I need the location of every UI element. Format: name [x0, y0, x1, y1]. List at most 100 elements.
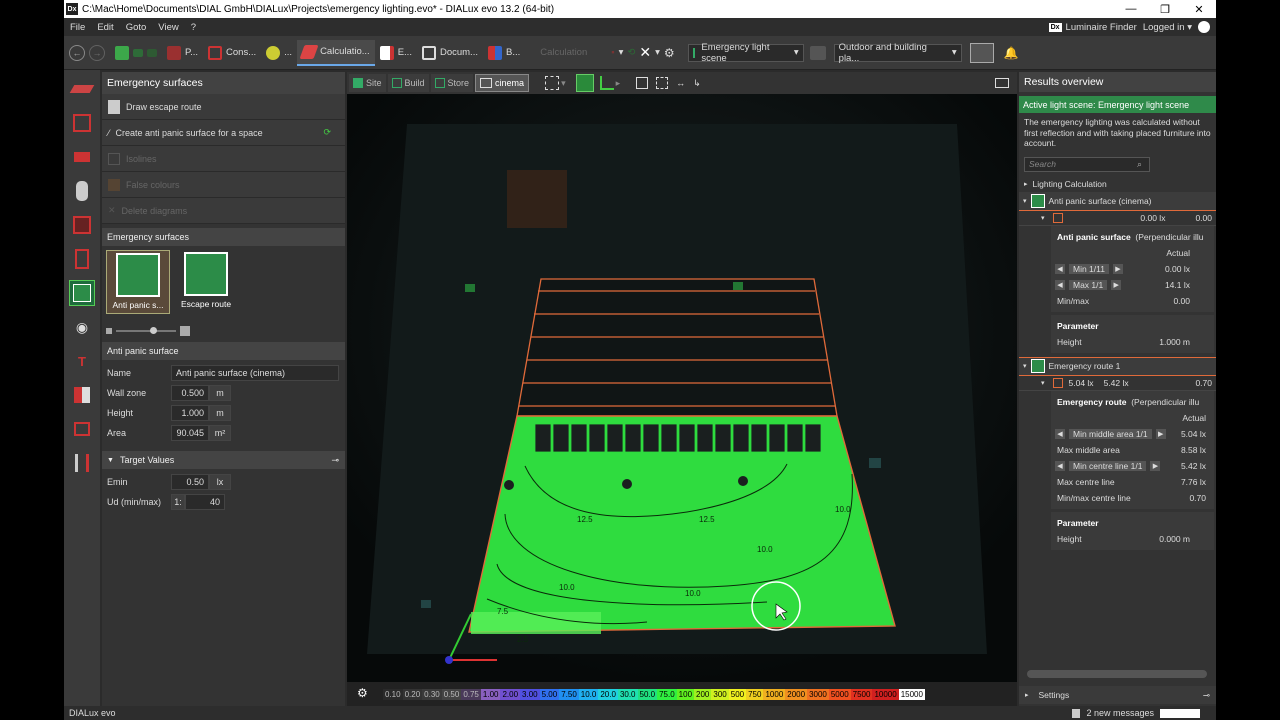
tab-documentation[interactable]: Docum... [417, 40, 483, 66]
scale-settings-icon[interactable]: ⚙ [357, 686, 368, 700]
material-icon[interactable] [969, 42, 994, 63]
close-icon[interactable]: ✕ [1182, 3, 1216, 16]
redo-icon[interactable] [147, 48, 157, 57]
text-tool-icon[interactable]: T [69, 348, 95, 374]
false-colours-button[interactable]: False colours [102, 172, 345, 198]
next-icon[interactable]: ▶ [1112, 263, 1123, 274]
cancel-calc-icon[interactable]: ✕ [639, 44, 651, 61]
tab-construction[interactable]: Cons... [203, 40, 261, 66]
notification-bell-icon[interactable]: 🔔 [1004, 46, 1019, 60]
delete-diagrams-button[interactable]: ✕ Delete diagrams [102, 198, 345, 224]
more-views-icon[interactable]: ▸ [616, 78, 621, 89]
furniture-tool-icon[interactable] [69, 144, 95, 170]
isolines-button[interactable]: Isolines [102, 146, 345, 172]
refresh-icon[interactable]: ⟳ [323, 127, 331, 138]
door-tool-icon[interactable] [69, 246, 95, 272]
menu-file[interactable]: File [64, 22, 91, 33]
zoom-extent-icon[interactable] [636, 77, 649, 89]
tab-export[interactable]: E... [375, 40, 417, 66]
menu-goto[interactable]: Goto [120, 22, 153, 33]
escape-route-strip[interactable] [471, 612, 601, 634]
prev-icon[interactable]: ◀ [1055, 279, 1065, 290]
pin-icon[interactable]: ⊸ [331, 455, 339, 466]
settings-section[interactable]: ▸ Settings ⊸ [1019, 686, 1216, 704]
forward-icon[interactable]: → [89, 44, 105, 61]
3d-view-icon[interactable] [575, 74, 594, 92]
draw-escape-route-button[interactable]: Draw escape route [102, 94, 345, 120]
prev-icon[interactable]: ◀ [1055, 428, 1065, 439]
calc-refresh-icon[interactable]: ⟲ [627, 47, 635, 58]
luminaire-finder-button[interactable]: Dx Luminaire Finder [1048, 22, 1137, 33]
next-icon[interactable]: ▶ [1111, 279, 1122, 290]
column-tool-icon[interactable] [69, 178, 95, 204]
max-row[interactable]: ◀ Max 1/1 ▶ 14.1 lx [1051, 277, 1214, 293]
split-tool-icon[interactable] [69, 382, 95, 408]
anti-panic-result[interactable]: ▾ Anti panic surface (cinema) [1019, 191, 1216, 210]
calc-dropdown-icon[interactable]: ▾ [619, 47, 624, 58]
save-icon[interactable] [115, 45, 129, 60]
user-icon[interactable] [1198, 21, 1210, 33]
escape-route-tile[interactable]: Escape route [174, 250, 238, 314]
results-scrollbar[interactable] [1027, 670, 1207, 678]
ground-tool-icon[interactable] [69, 76, 95, 102]
height-field[interactable]: 1.000 [171, 405, 209, 421]
view-tab-site[interactable]: Site [349, 74, 386, 92]
name-field[interactable]: Anti panic surface (cinema) [171, 365, 339, 381]
anti-panic-tile[interactable]: Anti panic s... [106, 250, 170, 314]
emin-field[interactable]: 0.50 [171, 474, 209, 490]
menu-help[interactable]: ? [185, 22, 202, 33]
emergency-tool-icon[interactable] [69, 280, 95, 306]
select-tool-icon[interactable] [545, 76, 560, 90]
calculation-button[interactable]: Calculation [540, 47, 587, 58]
next-icon[interactable]: ▶ [1155, 428, 1166, 439]
undo-icon[interactable] [133, 48, 143, 57]
tab-bim[interactable]: B... [483, 40, 525, 66]
room-tool-icon[interactable] [69, 110, 95, 136]
measure-icon[interactable]: ↔ [676, 78, 685, 88]
escape-route-result[interactable]: ▾ Emergency route 1 [1019, 356, 1216, 375]
next-icon[interactable]: ▶ [1150, 460, 1161, 471]
view-tab-cinema[interactable]: cinema [475, 74, 530, 92]
tile-size-slider[interactable] [116, 327, 176, 334]
min-middle-row[interactable]: ◀ Min middle area 1/1 ▶ 5.04 lx [1051, 426, 1214, 442]
min-centre-row[interactable]: ◀ Min centre line 1/1 ▶ 5.42 lx [1051, 458, 1214, 474]
slider-thumb[interactable] [150, 327, 157, 334]
wall-zone-field[interactable]: 0.500 [171, 385, 209, 401]
view-tab-building[interactable]: Build [387, 74, 429, 92]
settings-gear-icon[interactable]: ⚙ [664, 46, 675, 60]
zoom-window-icon[interactable] [656, 77, 669, 89]
outdoor-building-dropdown[interactable]: Outdoor and building pla... ▾ [833, 42, 962, 64]
wall-tool-icon[interactable] [69, 212, 95, 238]
pin-icon[interactable]: ⊸ [1203, 690, 1210, 701]
min-row[interactable]: ◀ Min 1/11 ▶ 0.00 lx [1051, 261, 1214, 277]
cancel-dropdown-icon[interactable]: ▾ [655, 47, 660, 58]
tab-calculation[interactable]: Calculatio... [297, 39, 375, 66]
tab-light[interactable]: ... [261, 40, 297, 66]
frame-tool-icon[interactable] [69, 416, 95, 442]
visibility-tool-icon[interactable]: ◉ [69, 314, 95, 340]
grid-tool-icon[interactable] [69, 450, 95, 476]
axis-icon[interactable]: ↳ [693, 78, 701, 89]
fullscreen-icon[interactable] [995, 78, 1009, 88]
tab-project[interactable]: P... [162, 40, 203, 66]
search-icon[interactable]: ⌕ [1137, 159, 1142, 170]
back-icon[interactable]: ← [69, 44, 85, 61]
maximize-icon[interactable]: ❐ [1148, 3, 1182, 16]
ud-field[interactable]: 40 [185, 494, 225, 510]
prev-icon[interactable]: ◀ [1055, 263, 1065, 274]
minimize-icon[interactable]: — [1114, 3, 1148, 16]
anti-panic-button[interactable]: ⁄ Create anti panic surface for a space ⟳ [102, 120, 345, 146]
menu-view[interactable]: View [152, 22, 184, 33]
search-input[interactable]: Search [1024, 156, 1150, 172]
messages-indicator[interactable]: 2 new messages [1072, 708, 1200, 718]
prev-icon[interactable]: ◀ [1055, 460, 1065, 471]
logged-in-menu[interactable]: Logged in ▾ [1143, 22, 1192, 33]
light-scene-dropdown[interactable]: Emergency light scene ▾ [687, 42, 804, 64]
target-values-header[interactable]: ▼ Target Values ⊸ [102, 451, 345, 469]
scene-options-icon[interactable] [809, 45, 826, 60]
plan-view-icon[interactable] [599, 76, 614, 90]
view-tab-storey[interactable]: Store [430, 74, 474, 92]
3d-viewport[interactable]: Site Build Store cinema ▾ ▸ ↔ ↳ 12.5 12.… [347, 72, 1017, 706]
menu-edit[interactable]: Edit [91, 22, 119, 33]
lighting-calc-group[interactable]: ▸ Lighting Calculation [1019, 176, 1216, 192]
